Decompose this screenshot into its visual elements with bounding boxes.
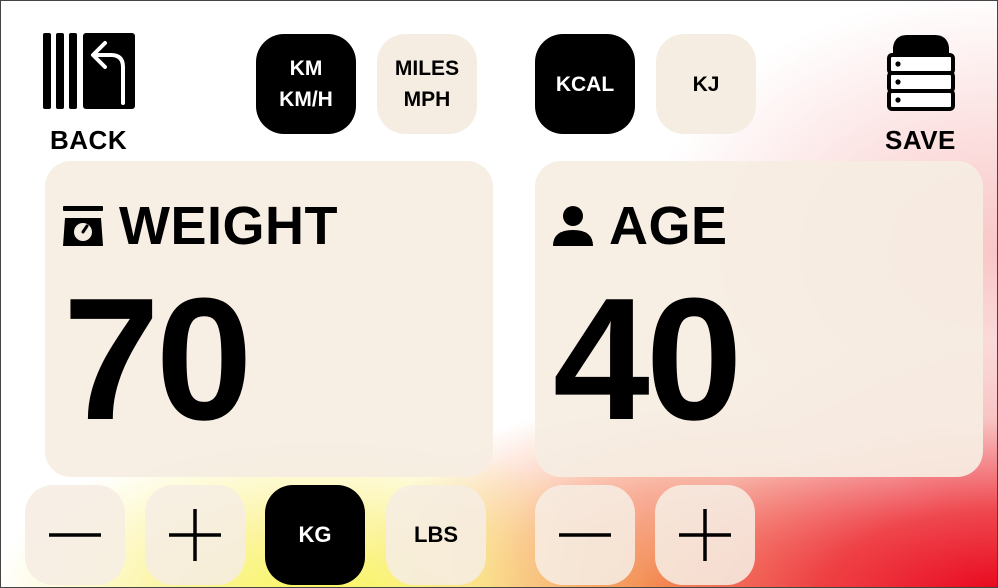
age-decrease-button[interactable] [535, 485, 635, 585]
age-title: AGE [551, 195, 728, 257]
back-button[interactable]: BACK [39, 29, 139, 157]
unit-km-line1: KM [289, 57, 323, 80]
weight-value: 70 [63, 261, 253, 456]
plus-icon [679, 509, 731, 561]
unit-kj-button[interactable]: KJ [656, 34, 756, 134]
settings-screen: BACK KM KM/H MILES MPH KCAL KJ SAVE WEIG… [0, 0, 998, 588]
scale-icon [63, 206, 103, 246]
weight-title-text: WEIGHT [119, 196, 338, 256]
weight-card: WEIGHT 70 [45, 161, 493, 477]
unit-miles-line1: MILES [394, 57, 460, 80]
age-value: 40 [553, 261, 743, 456]
unit-lbs-label: LBS [414, 522, 458, 547]
weight-title: WEIGHT [61, 195, 338, 257]
minus-icon [49, 533, 101, 537]
save-storage-icon [887, 35, 955, 111]
unit-kg-label: KG [298, 522, 332, 547]
unit-kcal-button[interactable]: KCAL [535, 34, 635, 134]
back-label: BACK [50, 125, 128, 155]
person-icon [553, 206, 593, 246]
save-label: SAVE [885, 125, 956, 155]
unit-kj-label: KJ [692, 72, 720, 96]
weight-increase-button[interactable] [145, 485, 245, 585]
unit-miles-line2: MPH [403, 88, 451, 111]
unit-kg-button[interactable]: KG [265, 485, 365, 585]
back-arrow-icon [43, 33, 135, 109]
unit-kcal-label: KCAL [555, 72, 615, 96]
unit-km-line2: KM/H [279, 88, 333, 111]
age-card: AGE 40 [535, 161, 983, 477]
age-title-text: AGE [609, 196, 728, 256]
weight-decrease-button[interactable] [25, 485, 125, 585]
unit-lbs-button[interactable]: LBS [386, 485, 486, 585]
age-increase-button[interactable] [655, 485, 755, 585]
minus-icon [559, 533, 611, 537]
unit-km-button[interactable]: KM KM/H [256, 34, 356, 134]
save-button[interactable]: SAVE [877, 29, 969, 157]
unit-miles-button[interactable]: MILES MPH [377, 34, 477, 134]
plus-icon [169, 509, 221, 561]
